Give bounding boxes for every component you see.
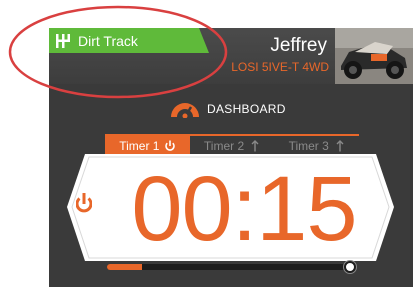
tab-label: Timer 3 [288, 138, 329, 153]
track-selector-tab[interactable]: Dirt Track [49, 28, 209, 53]
tab-timer-1[interactable]: Timer 1 [105, 136, 190, 155]
timer-display-panel[interactable]: 00:15 [67, 154, 394, 261]
progress-end-knob[interactable] [344, 261, 356, 273]
power-icon [165, 140, 176, 151]
timer-progress-bar[interactable] [107, 264, 355, 270]
timer-value: 00:15 [131, 158, 357, 260]
dashboard-screen: Dirt Track Jeffrey LOSI 5IVE-T 4WD DASHB… [49, 28, 413, 287]
header-bar: Dirt Track Jeffrey LOSI 5IVE-T 4WD [49, 28, 413, 84]
gear-shift-icon [56, 33, 70, 48]
speedometer-icon [171, 103, 199, 118]
timer-progress-fill [107, 264, 142, 270]
tab-label: Timer 2 [203, 138, 245, 153]
power-icon [76, 193, 92, 213]
section-title: DASHBOARD [207, 102, 286, 116]
tab-timer-2[interactable]: Timer 2 [190, 136, 275, 155]
vehicle-name[interactable]: LOSI 5IVE-T 4WD [231, 60, 329, 74]
track-name: Dirt Track [78, 32, 138, 49]
tab-label: Timer 1 [119, 138, 160, 153]
car-photo[interactable] [335, 28, 413, 84]
dashboard-section-header: DASHBOARD [49, 98, 413, 120]
driver-name[interactable]: Jeffrey [270, 36, 327, 56]
arrow-up-icon [251, 139, 259, 151]
arrow-up-icon [336, 139, 344, 151]
timer-tabs: Timer 1 Timer 2 Timer 3 [105, 134, 359, 155]
tab-timer-3[interactable]: Timer 3 [274, 136, 359, 155]
